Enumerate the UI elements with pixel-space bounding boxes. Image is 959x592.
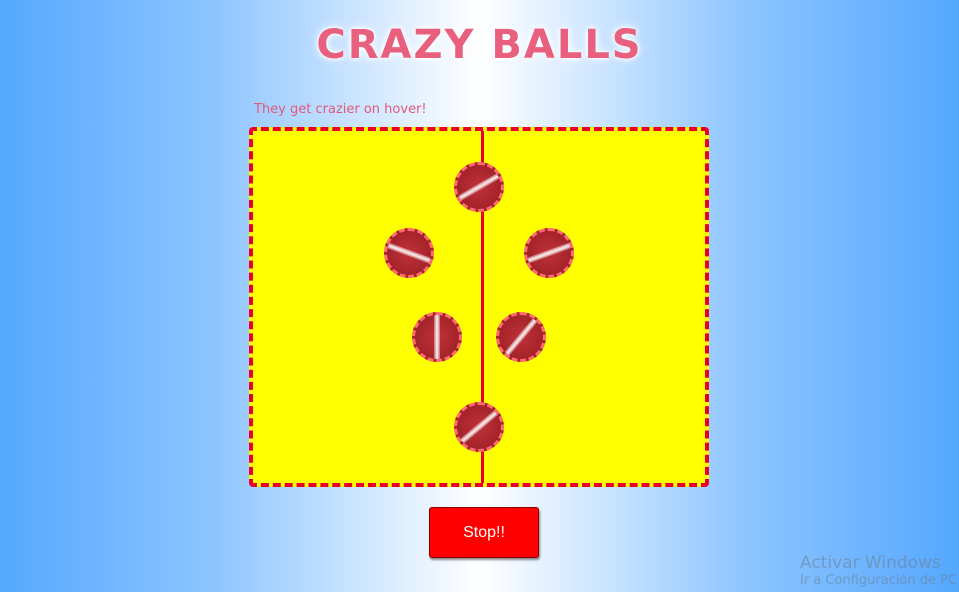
ball-highlight — [503, 317, 539, 357]
windows-activation-watermark: Activar Windows Ir a Configuración de PC — [800, 553, 957, 589]
ball[interactable] — [454, 402, 504, 452]
watermark-line-1: Activar Windows — [800, 553, 941, 573]
ball[interactable] — [454, 162, 504, 212]
watermark-line-2: Ir a Configuración de PC — [800, 573, 958, 589]
ball-highlight — [457, 172, 501, 202]
game-arena[interactable] — [249, 127, 709, 487]
page-title: CRAZY BALLS — [316, 22, 643, 68]
hover-hint: They get crazier on hover! — [254, 102, 427, 117]
ball-highlight — [527, 242, 571, 264]
ball[interactable] — [412, 312, 462, 362]
ball[interactable] — [384, 228, 434, 278]
stop-button[interactable]: Stop!! — [429, 507, 539, 558]
ball-highlight — [459, 409, 499, 445]
ball-highlight — [387, 242, 431, 264]
ball[interactable] — [496, 312, 546, 362]
ball[interactable] — [524, 228, 574, 278]
ball-highlight — [434, 315, 440, 359]
